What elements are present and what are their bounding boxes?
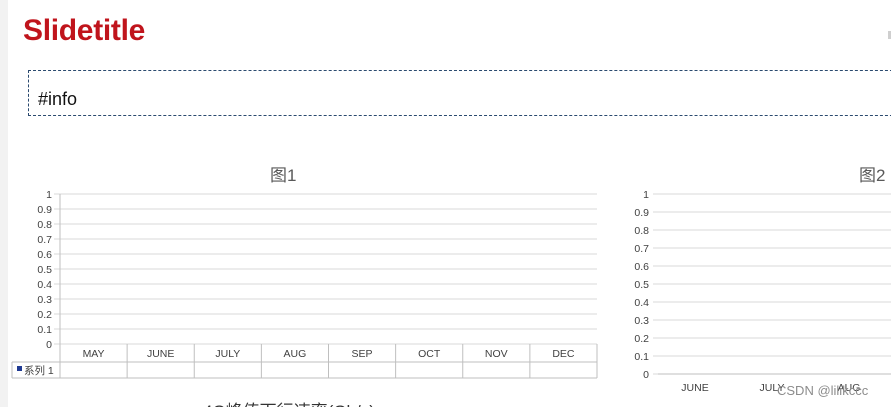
y-tick-label: 1 (643, 189, 649, 201)
x-category-label: NOV (485, 348, 508, 360)
x-category-label: JUNE (147, 348, 174, 360)
x-category-label: JUNE (681, 382, 708, 394)
y-tick-label: 0.2 (634, 333, 649, 345)
y-tick-label: 0.9 (37, 204, 52, 216)
y-tick-label: 0.7 (37, 234, 52, 246)
y-tick-label: 0.3 (37, 294, 52, 306)
x-category-label: DEC (552, 348, 575, 360)
chart2-figure[interactable]: 10.90.80.70.60.50.40.30.20.10JUNE JULY AUG (621, 182, 891, 397)
y-tick-label: 0.1 (37, 324, 52, 336)
y-tick-label: 1 (46, 189, 52, 201)
x-category-label: SEP (352, 348, 373, 360)
y-tick-label: 0.2 (37, 309, 52, 321)
x-category-label: JULY (215, 348, 240, 360)
slide-title[interactable]: Slidetitle (23, 14, 145, 48)
info-placeholder-text: #info (38, 89, 78, 109)
y-tick-label: 0.4 (37, 279, 52, 291)
x-category-label: MAY (83, 348, 105, 360)
y-tick-label: 0.5 (634, 279, 649, 291)
watermark-text: CSDN @lilikccc (777, 383, 869, 398)
y-tick-label: 0.8 (634, 225, 649, 237)
legend-series-label: 系列 1 (24, 364, 54, 377)
legend-swatch (17, 366, 22, 371)
y-tick-label: 0.4 (634, 297, 649, 309)
chart1-figure[interactable]: 1 0.9 0.8 0.7 0.6 0.5 0.4 0.3 0.2 0.1 0 MAY JUNE JULY… (8, 182, 608, 382)
chart3-title-partial: 4G峰值下行速率(Gb/s) (203, 397, 375, 407)
y-tick-label: 0.7 (634, 243, 649, 255)
x-category-label: OCT (418, 348, 441, 360)
y-tick-label: 0.8 (37, 219, 52, 231)
y-tick-label: 0.6 (37, 249, 52, 261)
slide-canvas: Slidetitle #info 图1 图2 1 0.9 0.8 0.7 0.6 0.5 0… (8, 0, 891, 407)
y-tick-label: 0.6 (634, 261, 649, 273)
y-tick-label: 0.1 (634, 351, 649, 363)
y-tick-label: 0.9 (634, 207, 649, 219)
y-tick-label: 0 (46, 339, 52, 351)
y-tick-label: 0.3 (634, 315, 649, 327)
info-placeholder-box[interactable]: #info (28, 70, 891, 116)
x-category-label: AUG (284, 348, 307, 360)
y-tick-label: 0.5 (37, 264, 52, 276)
y-tick-label: 0 (643, 369, 649, 381)
